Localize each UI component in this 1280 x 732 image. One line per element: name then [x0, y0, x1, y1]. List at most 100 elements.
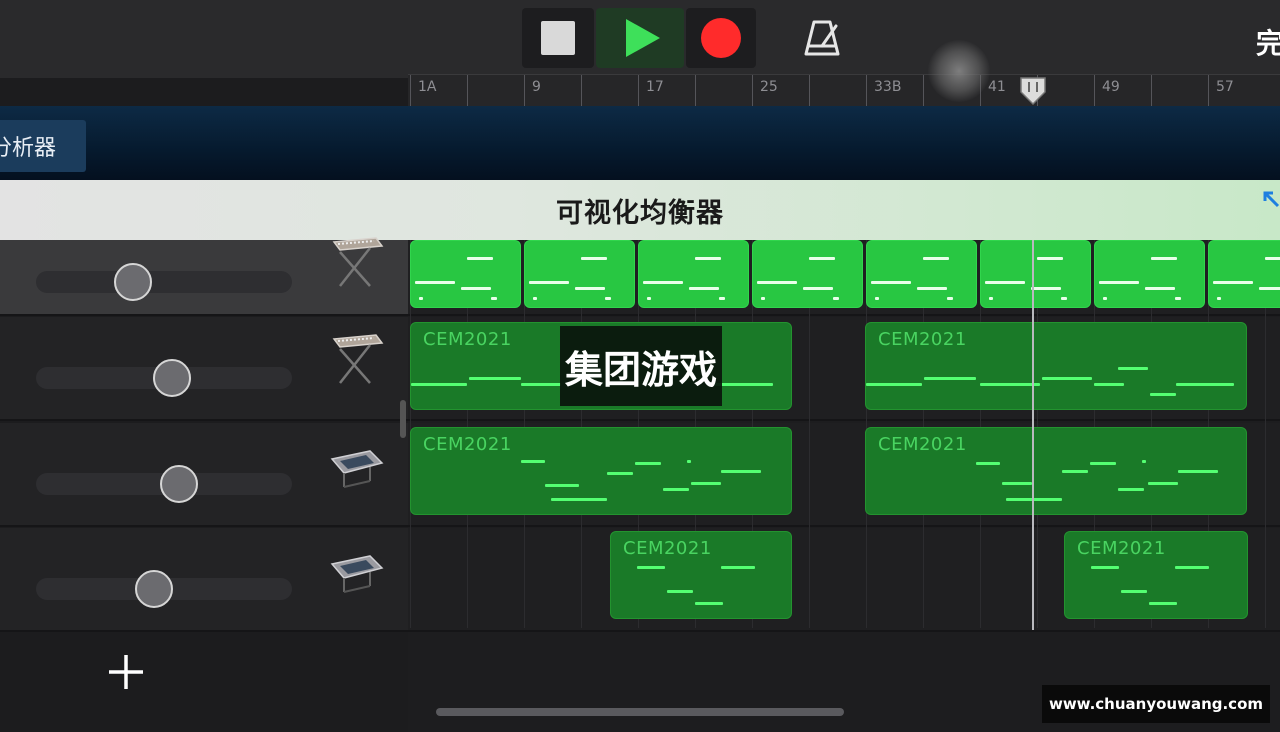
record-icon — [701, 18, 741, 58]
play-button[interactable] — [596, 8, 684, 68]
horizontal-scrollbar[interactable] — [436, 708, 844, 716]
midi-region[interactable] — [410, 240, 521, 308]
midi-note — [1118, 488, 1144, 491]
track-header[interactable] — [0, 528, 408, 632]
playhead-handle-icon[interactable] — [1018, 76, 1048, 106]
midi-note — [411, 383, 467, 386]
synth-keyboard-icon[interactable] — [326, 331, 386, 391]
region-name: CEM2021 — [878, 329, 967, 350]
midi-region[interactable]: CEM2021 — [410, 427, 792, 515]
midi-note — [1094, 383, 1124, 386]
midi-region[interactable] — [1208, 240, 1280, 308]
stop-button[interactable] — [522, 8, 594, 68]
midi-note — [924, 377, 976, 380]
timeline-ruler[interactable]: 1A 9 17 25 33B 41 49 57 — [408, 74, 1280, 109]
volume-slider-knob[interactable] — [114, 263, 153, 301]
midi-region[interactable]: CEM2021 — [865, 322, 1247, 410]
midi-note — [1145, 287, 1175, 290]
midi-note — [461, 287, 491, 290]
record-button[interactable] — [686, 8, 756, 68]
midi-region[interactable] — [1094, 240, 1205, 308]
midi-note — [529, 281, 569, 284]
midi-note — [1175, 297, 1181, 300]
midi-note — [607, 472, 633, 475]
volume-slider-knob[interactable] — [152, 359, 191, 397]
track-header[interactable] — [0, 423, 408, 527]
visual-eq-title: 可视化均衡器 — [556, 197, 724, 229]
midi-region[interactable]: CEM2021 — [865, 427, 1247, 515]
midi-region[interactable] — [752, 240, 863, 308]
midi-region[interactable] — [980, 240, 1091, 308]
region-name: CEM2021 — [423, 329, 512, 350]
panel-resize-handle[interactable] — [400, 400, 406, 438]
overlay-caption: 集团游戏 — [560, 326, 722, 406]
midi-note — [1118, 367, 1148, 370]
drum-machine-icon[interactable] — [326, 542, 386, 602]
midi-note — [980, 383, 1040, 386]
midi-note — [1217, 297, 1221, 300]
midi-region[interactable] — [866, 240, 977, 308]
track-headers — [0, 237, 408, 732]
ruler-tick — [581, 75, 582, 109]
drum-machine-icon[interactable] — [326, 437, 386, 497]
midi-region[interactable]: CEM2021 — [1064, 531, 1248, 619]
expand-icon[interactable] — [1262, 190, 1280, 210]
midi-note — [1006, 498, 1062, 501]
visual-eq-header[interactable]: 可视化均衡器 — [0, 180, 1280, 240]
midi-note — [871, 281, 911, 284]
midi-note — [866, 383, 922, 386]
midi-note — [721, 470, 761, 473]
midi-note — [1062, 470, 1088, 473]
volume-slider-knob[interactable] — [160, 465, 199, 503]
midi-note — [1042, 377, 1092, 380]
volume-slider-knob[interactable] — [134, 570, 173, 608]
watermark: www.chuanyouwang.com — [1042, 685, 1270, 723]
ruler-tick — [752, 75, 753, 109]
region-name: CEM2021 — [1077, 538, 1166, 559]
midi-region[interactable]: CEM2021 — [610, 531, 792, 619]
track-header[interactable] — [0, 237, 408, 316]
volume-slider[interactable] — [36, 271, 292, 293]
ruler-tick — [1151, 75, 1152, 109]
done-button[interactable]: 完成 — [1256, 22, 1280, 62]
midi-note — [695, 602, 723, 605]
track-header[interactable] — [0, 317, 408, 421]
midi-region[interactable] — [638, 240, 749, 308]
tracks-timeline[interactable]: CEM2021 CEM2021 CEM2021 CEM2021 CEM2021 CEM20… — [408, 240, 1280, 732]
midi-note — [923, 257, 949, 260]
synth-keyboard-icon[interactable] — [326, 234, 386, 294]
midi-note — [695, 257, 721, 260]
midi-note — [721, 566, 755, 569]
midi-note — [521, 460, 545, 463]
midi-note — [719, 297, 725, 300]
ruler-bar-number: 33B — [874, 79, 902, 95]
midi-note — [803, 287, 833, 290]
analyzer-panel: 分析器 — [0, 106, 1280, 180]
midi-note — [917, 287, 947, 290]
ruler-tick — [923, 75, 924, 109]
midi-note — [637, 566, 665, 569]
midi-note — [419, 297, 423, 300]
midi-note — [467, 257, 493, 260]
ruler-bar-number: 1A — [418, 79, 437, 95]
midi-note — [663, 488, 689, 491]
midi-region[interactable] — [524, 240, 635, 308]
midi-note — [1031, 287, 1061, 290]
midi-note — [1103, 297, 1107, 300]
ruler-tick — [524, 75, 525, 109]
midi-note — [551, 498, 607, 501]
metronome-icon[interactable] — [800, 16, 844, 60]
midi-note — [1091, 566, 1119, 569]
plus-icon[interactable] — [106, 652, 146, 692]
midi-note — [1265, 257, 1280, 260]
analyzer-tab[interactable]: 分析器 — [0, 120, 86, 172]
midi-note — [1176, 383, 1234, 386]
midi-note — [833, 297, 839, 300]
midi-note — [1002, 482, 1032, 485]
ruler-bar-number: 41 — [988, 79, 1006, 95]
midi-note — [689, 287, 719, 290]
ruler-tick — [1094, 75, 1095, 109]
midi-note — [809, 257, 835, 260]
play-icon — [626, 19, 660, 57]
midi-note — [1061, 297, 1067, 300]
